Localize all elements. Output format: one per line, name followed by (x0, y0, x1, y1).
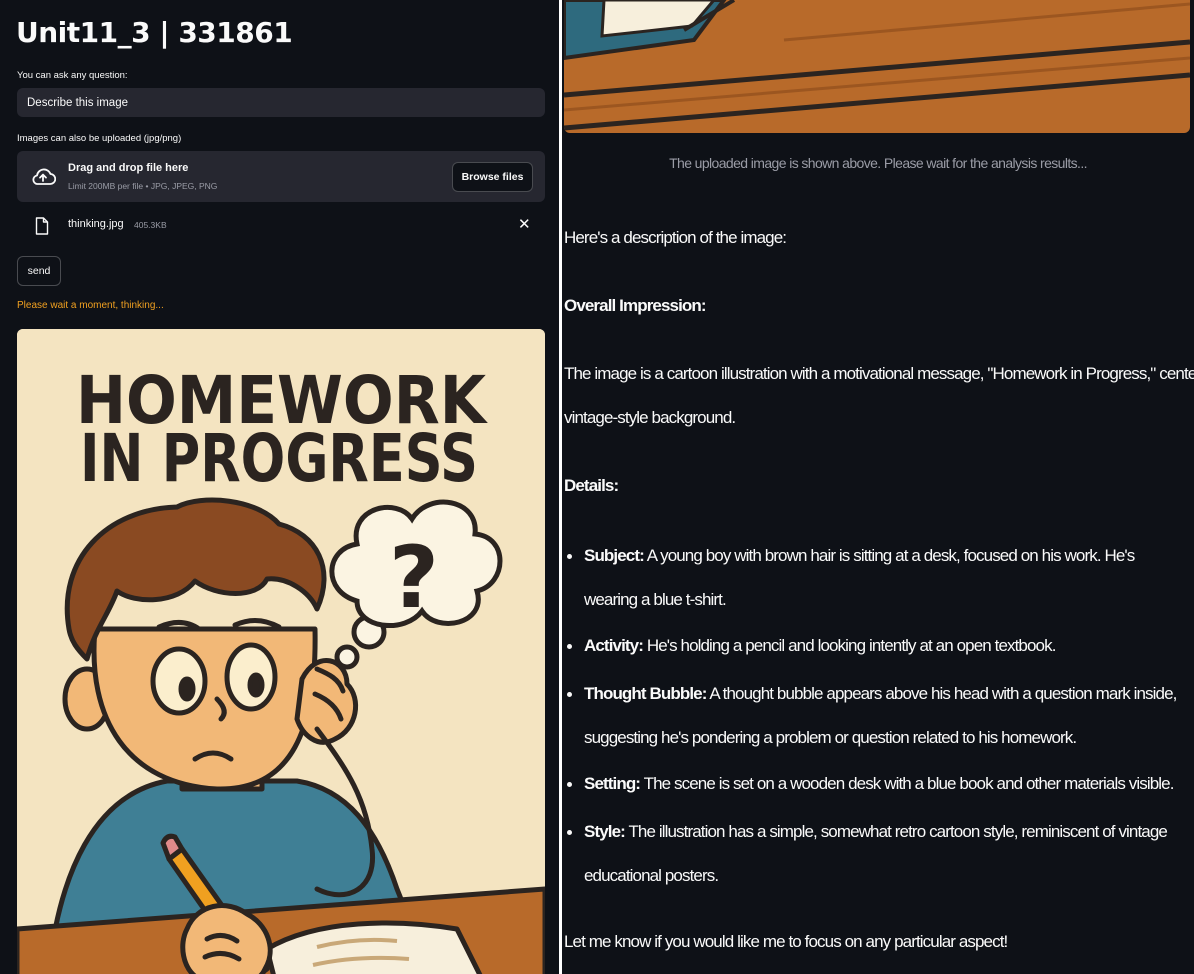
homework-poster-illustration: HOMEWORK IN PROGRESS ? (17, 329, 545, 974)
poster-title-line2: IN PROGRESS (80, 420, 478, 497)
send-button[interactable]: send (17, 256, 61, 286)
overall-heading: Overall Impression: (564, 284, 707, 328)
details-heading: Details: (564, 464, 619, 508)
upload-label: Images can also be uploaded (jpg/png) (17, 133, 182, 144)
question-label: You can ask any question: (17, 70, 128, 81)
bullet-icon (567, 830, 572, 835)
close-icon[interactable]: ✕ (518, 217, 531, 232)
file-name: thinking.jpg (68, 218, 124, 230)
detail-label: Activity: (584, 636, 644, 655)
bullet-icon (567, 644, 572, 649)
bullet-icon (567, 692, 572, 697)
detail-text: He's holding a pencil and looking intent… (646, 636, 1057, 655)
detail-label: Style: (584, 822, 626, 841)
desk-image-fragment (564, 0, 1190, 133)
overall-heading-text: Overall Impression: (564, 296, 707, 315)
detail-text: A young boy with brown hair is sitting a… (584, 546, 1135, 609)
dropzone-limit: Limit 200MB per file • JPG, JPEG, PNG (68, 181, 218, 191)
detail-label: Setting: (584, 774, 641, 793)
image-caption: The uploaded image is shown above. Pleas… (669, 155, 1087, 171)
response-intro: Here's a description of the image: (564, 228, 787, 247)
detail-item-setting: Setting: The scene is set on a wooden de… (584, 762, 1189, 806)
detail-item-style: Style: The illustration has a simple, so… (584, 810, 1189, 898)
detail-item-activity: Activity: He's holding a pencil and look… (584, 624, 1189, 668)
upload-cloud-icon (32, 168, 56, 185)
status-message: Please wait a moment, thinking... (17, 300, 164, 311)
file-size: 405.3KB (134, 220, 167, 230)
question-mark-icon: ? (389, 528, 439, 628)
uploaded-file-row: thinking.jpg 405.3KB ✕ (17, 212, 545, 240)
file-dropzone[interactable]: Drag and drop file here Limit 200MB per … (17, 151, 545, 202)
detail-text: The scene is set on a wooden desk with a… (643, 774, 1175, 793)
left-panel: Unit11_3 | 331861 You can ask any questi… (0, 0, 559, 974)
detail-label: Thought Bubble: (584, 684, 707, 703)
detail-item-thought-bubble: Thought Bubble: A thought bubble appears… (584, 672, 1189, 760)
app-title: Unit11_3 | 331861 (16, 16, 293, 49)
file-icon (35, 217, 49, 235)
browse-files-button[interactable]: Browse files (452, 162, 533, 192)
detail-text: The illustration has a simple, somewhat … (584, 822, 1168, 885)
uploaded-image-preview: HOMEWORK IN PROGRESS ? (17, 329, 545, 974)
bullet-icon (567, 782, 572, 787)
question-input[interactable] (17, 88, 545, 117)
right-panel: The uploaded image is shown above. Pleas… (562, 0, 1194, 974)
detail-item-subject: Subject: A young boy with brown hair is … (584, 534, 1189, 622)
detail-label: Subject: (584, 546, 645, 565)
overall-text-line1: The image is a cartoon illustration with… (564, 364, 1194, 383)
overall-text-line2: vintage-style background. (564, 408, 736, 427)
bullet-icon (567, 554, 572, 559)
uploaded-image-crop (564, 0, 1190, 133)
response-closing: Let me know if you would like me to focu… (564, 932, 1008, 951)
details-heading-text: Details: (564, 476, 619, 495)
dropzone-title: Drag and drop file here (68, 162, 189, 174)
